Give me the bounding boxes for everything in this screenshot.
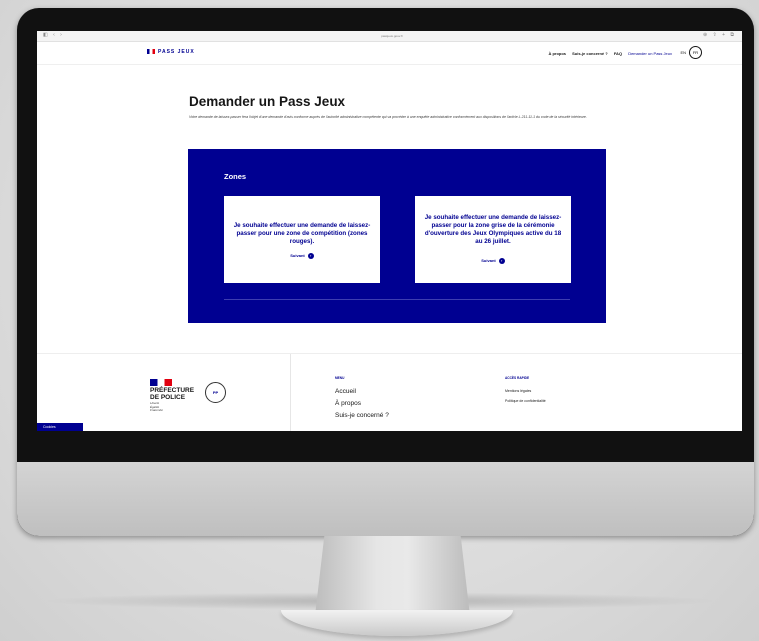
browser-toolbar: ◧ ‹ › passjeux.gouv.fr ⊕ ⇧ + ⧉ xyxy=(37,31,742,42)
footer-link-mentions[interactable]: Mentions légales xyxy=(505,389,531,393)
zones-divider xyxy=(224,299,570,300)
site-footer: PRÉFECTURE DE POLICE Liberté Égalité Fra… xyxy=(37,353,742,431)
flag-icon xyxy=(147,49,155,55)
arrow-right-icon: › xyxy=(498,258,505,264)
main-nav: À propos Suis-je concerné ? FAQ Demander… xyxy=(543,51,672,56)
nav-item-faq[interactable]: FAQ xyxy=(614,51,622,56)
site-header: PASS JEUX À propos Suis-je concerné ? FA… xyxy=(37,42,742,65)
police-badge-icon: PP xyxy=(205,382,226,403)
monitor-base xyxy=(281,610,513,636)
republic-motto: Liberté Égalité Fraternité xyxy=(150,401,163,413)
zone-card-competition[interactable]: Je souhaite effectuer une demande de lai… xyxy=(224,196,380,283)
next-label: Suivant xyxy=(481,258,496,264)
logo-text: PASS JEUX xyxy=(158,49,195,55)
footer-link-a-propos[interactable]: À propos xyxy=(335,400,361,407)
republic-flag-icon xyxy=(150,379,172,386)
intro-text: Votre demande de laissez-passer fera l'o… xyxy=(189,115,587,119)
address-bar[interactable]: passjeux.gouv.fr xyxy=(337,33,447,39)
footer-link-accueil[interactable]: Accueil xyxy=(335,388,356,395)
lang-fr-button[interactable]: FR xyxy=(689,46,702,59)
zone-card-text: Je souhaite effectuer une demande de lai… xyxy=(233,222,371,245)
site-logo[interactable]: PASS JEUX xyxy=(147,49,195,55)
zone-card-ceremony[interactable]: Je souhaite effectuer une demande de lai… xyxy=(415,196,571,283)
footer-link-suis-je-concerne[interactable]: Suis-je concerné ? xyxy=(335,412,389,419)
prefecture-logo[interactable]: PRÉFECTURE DE POLICE xyxy=(150,387,194,401)
screen: ◧ ‹ › passjeux.gouv.fr ⊕ ⇧ + ⧉ PASS JEUX… xyxy=(37,31,742,431)
browser-actions-icons[interactable]: ⊕ ⇧ + ⧉ xyxy=(703,33,736,38)
nav-item-suis-je-concerne[interactable]: Suis-je concerné ? xyxy=(572,51,608,56)
footer-quick-heading: ACCÈS RAPIDE xyxy=(505,376,530,380)
next-button[interactable]: Suivant › xyxy=(415,258,571,264)
next-button[interactable]: Suivant › xyxy=(224,253,380,259)
zones-panel: Zones Je souhaite effectuer une demande … xyxy=(188,149,606,323)
footer-link-confidentialite[interactable]: Politique de confidentialité xyxy=(505,399,546,403)
zone-card-text: Je souhaite effectuer une demande de lai… xyxy=(424,214,562,245)
monitor-chin xyxy=(17,462,754,536)
browser-nav-icons[interactable]: ◧ ‹ › xyxy=(43,33,64,38)
cookies-button[interactable]: Cookies xyxy=(37,423,83,431)
lang-en-button[interactable]: EN xyxy=(680,50,686,55)
nav-item-a-propos[interactable]: À propos xyxy=(548,51,566,56)
nav-item-demander[interactable]: Demander un Pass Jeux xyxy=(628,51,672,56)
footer-menu-heading: MENU xyxy=(335,376,345,380)
next-label: Suivant xyxy=(290,253,305,259)
page-title: Demander un Pass Jeux xyxy=(189,94,346,109)
zones-title: Zones xyxy=(224,172,247,181)
arrow-right-icon: › xyxy=(307,253,314,259)
monitor-stand xyxy=(315,536,470,616)
footer-divider xyxy=(290,354,291,431)
